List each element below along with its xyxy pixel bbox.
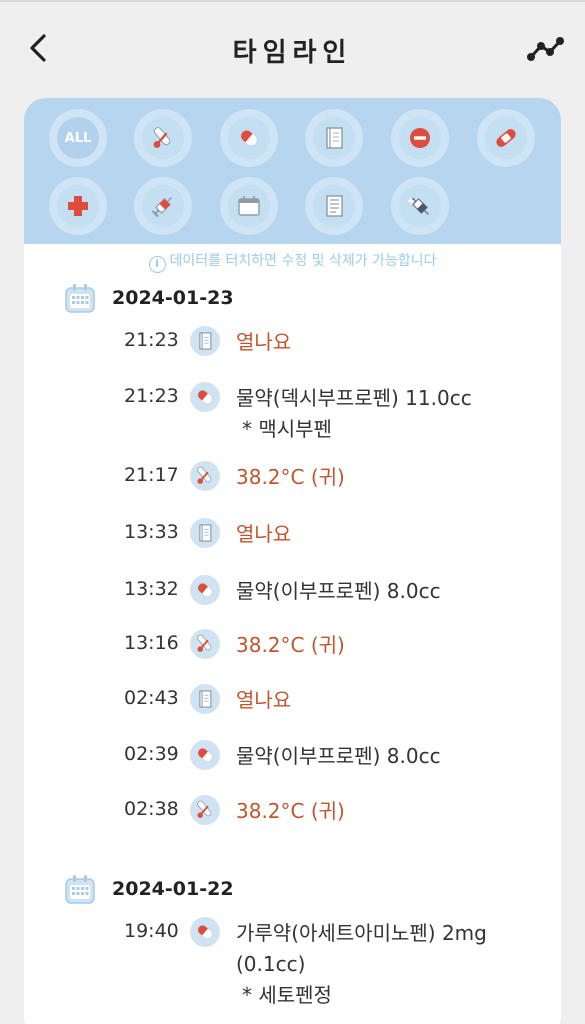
filter-all-label: ALL bbox=[64, 130, 92, 146]
filter-temperature-button[interactable] bbox=[134, 109, 192, 167]
bandage-icon bbox=[496, 129, 516, 147]
filter-record-button[interactable] bbox=[305, 177, 363, 235]
day-header: 2024-01-22 bbox=[64, 873, 234, 905]
entry-text-block: 38.2°C (귀) bbox=[236, 462, 536, 493]
entry-text-block: 물약(이부프로펜) 8.0cc bbox=[236, 741, 536, 772]
document-icon bbox=[326, 195, 343, 217]
entry-type-badge bbox=[190, 795, 220, 825]
entry-type-badge bbox=[190, 629, 220, 659]
filter-vaccine-button[interactable] bbox=[391, 177, 449, 235]
day-header: 2024-01-23 bbox=[64, 282, 234, 314]
entry-time: 13:16 bbox=[124, 632, 179, 654]
entry-time: 02:43 bbox=[124, 687, 179, 709]
entry-type-badge bbox=[190, 917, 220, 947]
entry-text-block: 물약(덱시부프로펜) 11.0cc * 맥시부펜 bbox=[236, 383, 536, 445]
pill-icon bbox=[197, 582, 213, 598]
line-chart-icon bbox=[527, 37, 564, 61]
entry-time: 13:32 bbox=[124, 578, 179, 600]
entry-text: 38.2°C (귀) bbox=[236, 465, 345, 489]
entry-text: 열나요 bbox=[236, 688, 292, 712]
pill-icon bbox=[197, 924, 213, 940]
day-date: 2024-01-23 bbox=[112, 287, 234, 309]
entry-time: 02:39 bbox=[124, 743, 179, 765]
entry-text-block: 열나요 bbox=[236, 685, 536, 716]
calendar-icon bbox=[65, 875, 95, 904]
entry-type-badge bbox=[190, 382, 220, 412]
thermometer-icon bbox=[153, 127, 171, 148]
day-date: 2024-01-22 bbox=[112, 878, 234, 900]
medical-cross-icon bbox=[68, 196, 88, 216]
entry-text: 물약(이부프로펜) 8.0cc bbox=[236, 579, 441, 603]
entry-time: 21:23 bbox=[124, 385, 179, 407]
filter-memo-button[interactable] bbox=[305, 109, 363, 167]
calendar-icon bbox=[65, 284, 95, 313]
entry-time: 02:38 bbox=[124, 798, 179, 820]
pill-icon bbox=[240, 129, 258, 147]
edit-hint: i 데이터를 터치하면 수정 및 삭제가 가능합니다 bbox=[24, 250, 561, 273]
timeline-card: ALL i 데이터를 터치하면 수정 및 삭제가 가능합니다 2024-01-2… bbox=[24, 98, 561, 1024]
filter-hospital-button[interactable] bbox=[49, 177, 107, 235]
entry-subtext: * 세토펜정 bbox=[242, 983, 332, 1007]
notebook-icon bbox=[199, 690, 212, 708]
entry-time: 19:40 bbox=[124, 920, 179, 942]
notebook-icon bbox=[326, 127, 343, 149]
entry-text-block: 열나요 bbox=[236, 519, 536, 550]
entry-text: 38.2°C (귀) bbox=[236, 799, 345, 823]
entry-text-block: 38.2°C (귀) bbox=[236, 630, 536, 661]
notebook-icon bbox=[199, 524, 212, 542]
entry-text: 열나요 bbox=[236, 330, 292, 354]
entry-time: 21:23 bbox=[124, 329, 179, 351]
vaccine-icon bbox=[407, 197, 429, 215]
no-entry-icon bbox=[410, 128, 430, 148]
thermometer-icon bbox=[197, 634, 212, 652]
filter-injection-button[interactable] bbox=[134, 177, 192, 235]
entry-text-block: 38.2°C (귀) bbox=[236, 796, 536, 827]
thermometer-icon bbox=[197, 466, 212, 484]
syringe-icon bbox=[151, 197, 172, 218]
entry-type-badge bbox=[190, 461, 220, 491]
filter-medicine-button[interactable] bbox=[220, 109, 278, 167]
entry-time: 13:33 bbox=[124, 521, 179, 543]
chart-button[interactable] bbox=[526, 35, 566, 63]
pill-icon bbox=[197, 747, 213, 763]
filter-block-button[interactable] bbox=[391, 109, 449, 167]
entry-type-badge bbox=[190, 684, 220, 714]
entry-type-badge bbox=[190, 740, 220, 770]
filter-bandage-button[interactable] bbox=[477, 109, 535, 167]
edit-hint-text: 데이터를 터치하면 수정 및 삭제가 가능합니다 bbox=[169, 253, 437, 269]
entry-type-badge bbox=[190, 575, 220, 605]
entry-type-badge bbox=[190, 518, 220, 548]
info-icon: i bbox=[148, 256, 166, 273]
entry-text: 물약(덱시부프로펜) 11.0cc bbox=[236, 386, 472, 410]
app-header: 타임라인 bbox=[0, 0, 585, 96]
entry-text-block: 물약(이부프로펜) 8.0cc bbox=[236, 576, 536, 607]
entry-type-badge bbox=[190, 326, 220, 356]
entry-text: 물약(이부프로펜) 8.0cc bbox=[236, 744, 441, 768]
entry-time: 21:17 bbox=[124, 464, 179, 486]
page-title: 타임라인 bbox=[232, 38, 353, 68]
entry-subtext: * 맥시부펜 bbox=[242, 417, 332, 441]
filter-schedule-button[interactable] bbox=[220, 177, 278, 235]
pill-icon bbox=[197, 389, 213, 405]
thermometer-icon bbox=[197, 800, 212, 818]
calendar-icon bbox=[238, 196, 260, 216]
entry-text: 열나요 bbox=[236, 522, 292, 546]
filter-bar: ALL bbox=[24, 98, 561, 244]
notebook-icon bbox=[199, 332, 212, 350]
entry-text: 가루약(아세트아미노펜) 2mg (0.1cc) bbox=[236, 921, 487, 976]
entry-text: 38.2°C (귀) bbox=[236, 633, 345, 657]
entry-text-block: 열나요 bbox=[236, 327, 536, 358]
filter-all-button[interactable]: ALL bbox=[49, 109, 107, 167]
entry-text-block: 가루약(아세트아미노펜) 2mg (0.1cc) * 세토펜정 bbox=[236, 918, 536, 1011]
